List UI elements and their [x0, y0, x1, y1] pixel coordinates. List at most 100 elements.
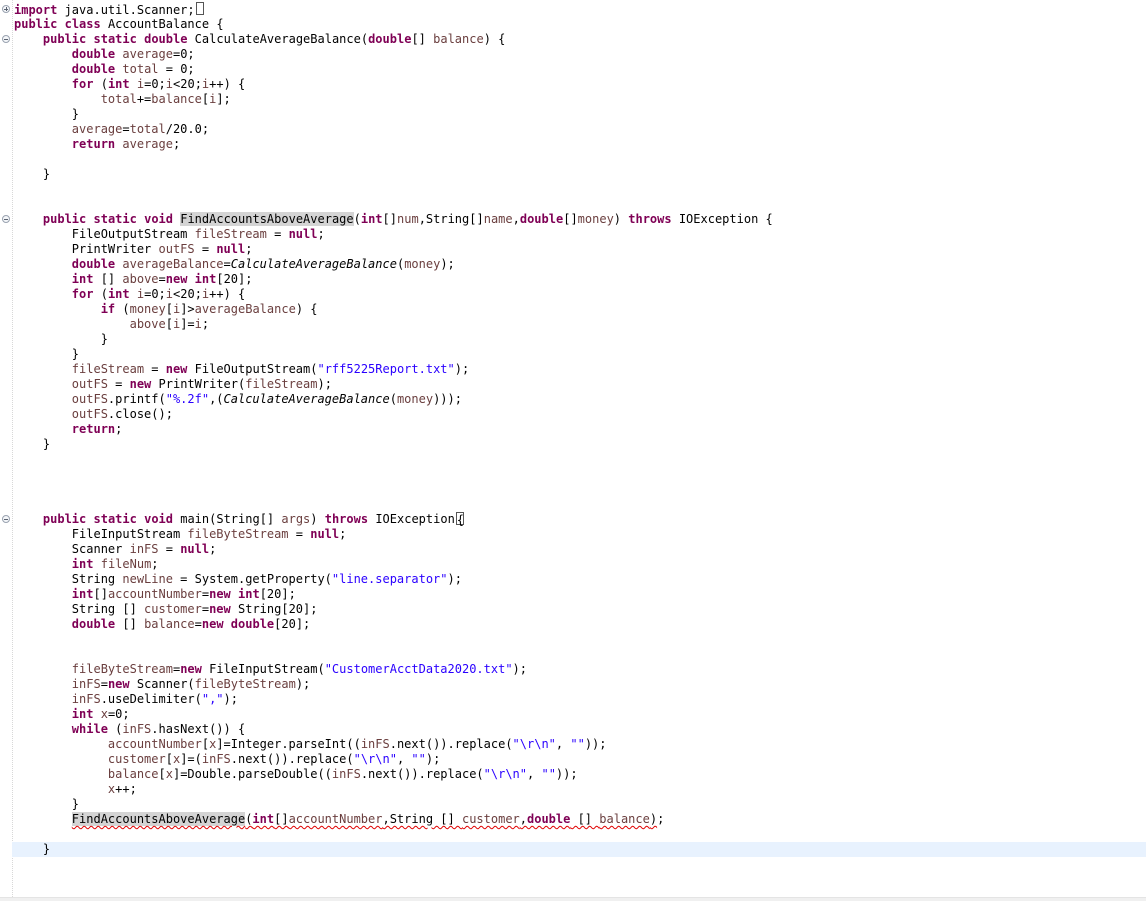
- code-line[interactable]: outFS.close();: [14, 407, 1146, 422]
- code-line[interactable]: FileInputStream fileByteStream = null;: [14, 527, 1146, 542]
- code-line[interactable]: double average=0;: [14, 47, 1146, 62]
- code-token: ++) {: [209, 287, 246, 301]
- code-token: []: [274, 812, 289, 826]
- code-line[interactable]: public static double CalculateAverageBal…: [14, 32, 1146, 47]
- code-line[interactable]: return;: [14, 422, 1146, 437]
- code-token: int: [194, 272, 217, 286]
- code-editor[interactable]: import java.util.Scanner; public class Ac…: [0, 0, 1146, 901]
- code-line[interactable]: int [] above=new int[20];: [14, 272, 1146, 287]
- code-line[interactable]: public static void FindAccountsAboveAver…: [14, 212, 1146, 227]
- code-line[interactable]: for (int i=0;i<20;i++) {: [14, 287, 1146, 302]
- code-token: ));: [555, 767, 578, 781]
- code-line[interactable]: int fileNum;: [14, 557, 1146, 572]
- code-token: }: [14, 167, 51, 181]
- code-line[interactable]: [14, 182, 1146, 197]
- code-line[interactable]: }: [14, 347, 1146, 362]
- code-line[interactable]: double [] balance=new double[20];: [14, 617, 1146, 632]
- code-line[interactable]: [14, 152, 1146, 167]
- code-token: ;: [172, 137, 181, 151]
- code-line[interactable]: public class AccountBalance {: [14, 17, 1146, 32]
- collapse-find-accounts-method-icon[interactable]: [2, 215, 10, 223]
- code-line[interactable]: [14, 647, 1146, 662]
- code-line[interactable]: while (inFS.hasNext()) {: [14, 722, 1146, 737]
- expand-import-icon[interactable]: [2, 5, 10, 13]
- code-token: .next()).replace(: [389, 737, 513, 751]
- code-token: total: [100, 92, 137, 106]
- collapse-calculate-method-icon[interactable]: [2, 35, 10, 43]
- code-line[interactable]: String newLine = System.getProperty("lin…: [14, 572, 1146, 587]
- code-line[interactable]: for (int i=0;i<20;i++) {: [14, 77, 1146, 92]
- code-line[interactable]: fileByteStream=new FileInputStream("Cust…: [14, 662, 1146, 677]
- code-line[interactable]: x++;: [14, 782, 1146, 797]
- code-line[interactable]: }: [14, 167, 1146, 182]
- code-token: int: [71, 707, 94, 721]
- code-line[interactable]: outFS.printf("%.2f",(CalculateAverageBal…: [14, 392, 1146, 407]
- code-line[interactable]: inFS=new Scanner(fileByteStream);: [14, 677, 1146, 692]
- code-line[interactable]: above[i]=i;: [14, 317, 1146, 332]
- code-line[interactable]: [14, 467, 1146, 482]
- code-line[interactable]: import java.util.Scanner;: [14, 2, 1146, 17]
- code-line[interactable]: public static void main(String[] args) t…: [14, 512, 1146, 527]
- code-line[interactable]: customer[x]=(inFS.next()).replace("\r\n"…: [14, 752, 1146, 767]
- code-token: String[20];: [230, 602, 318, 616]
- code-token: int: [71, 557, 94, 571]
- code-token: money: [577, 212, 614, 226]
- source-code[interactable]: import java.util.Scanner; public class Ac…: [12, 2, 1146, 857]
- code-line[interactable]: [14, 197, 1146, 212]
- code-line[interactable]: return average;: [14, 137, 1146, 152]
- code-token: PrintWriter(: [151, 377, 246, 391]
- code-line[interactable]: average=total/20.0;: [14, 122, 1146, 137]
- code-token: = System.getProperty(: [172, 572, 332, 586]
- code-line[interactable]: double total = 0;: [14, 62, 1146, 77]
- code-line[interactable]: accountNumber[x]=Integer.parseInt((inFS.…: [14, 737, 1146, 752]
- code-token: int: [107, 77, 130, 91]
- code-line[interactable]: [14, 482, 1146, 497]
- code-line[interactable]: if (money[i]>averageBalance) {: [14, 302, 1146, 317]
- code-line[interactable]: total+=balance[i];: [14, 92, 1146, 107]
- code-token: .close();: [107, 407, 173, 421]
- code-token: accountNumber: [107, 587, 202, 601]
- code-token: above: [122, 272, 159, 286]
- code-token: ;: [339, 527, 347, 541]
- code-line[interactable]: String [] customer=new String[20];: [14, 602, 1146, 617]
- code-token: public: [42, 32, 87, 46]
- code-token: null: [310, 527, 340, 541]
- code-line[interactable]: fileStream = new FileOutputStream("rff52…: [14, 362, 1146, 377]
- collapse-main-method-icon[interactable]: [2, 515, 10, 523]
- code-line[interactable]: inFS.useDelimiter(",");: [14, 692, 1146, 707]
- code-token: ,: [512, 212, 520, 226]
- code-line[interactable]: PrintWriter outFS = null;: [14, 242, 1146, 257]
- code-token: x: [165, 767, 173, 781]
- code-line[interactable]: [14, 497, 1146, 512]
- code-line[interactable]: }: [14, 332, 1146, 347]
- code-line[interactable]: balance[x]=Double.parseDouble((inFS.next…: [14, 767, 1146, 782]
- code-line[interactable]: [14, 632, 1146, 647]
- code-line[interactable]: int x=0;: [14, 707, 1146, 722]
- code-token: fileByteStream: [71, 662, 173, 676]
- code-token: static: [93, 212, 137, 226]
- code-line[interactable]: }: [14, 797, 1146, 812]
- code-token: =: [100, 677, 108, 691]
- code-line[interactable]: FindAccountsAboveAverage(int[]accountNum…: [14, 812, 1146, 827]
- code-line[interactable]: [14, 827, 1146, 842]
- code-line[interactable]: Scanner inFS = null;: [14, 542, 1146, 557]
- code-line[interactable]: }: [14, 107, 1146, 122]
- code-token: accountNumber: [288, 812, 383, 826]
- code-line[interactable]: int[]accountNumber=new int[20];: [14, 587, 1146, 602]
- code-line[interactable]: double averageBalance=CalculateAverageBa…: [14, 257, 1146, 272]
- code-line[interactable]: FileOutputStream fileStream = null;: [14, 227, 1146, 242]
- code-token: balance: [433, 32, 484, 46]
- code-token: "line.separator": [331, 572, 448, 586]
- code-line[interactable]: [14, 452, 1146, 467]
- code-line[interactable]: }: [14, 437, 1146, 452]
- code-line[interactable]: outFS = new PrintWriter(fileStream);: [14, 377, 1146, 392]
- code-line[interactable]: }: [12, 842, 1146, 857]
- code-token: for: [71, 77, 94, 91]
